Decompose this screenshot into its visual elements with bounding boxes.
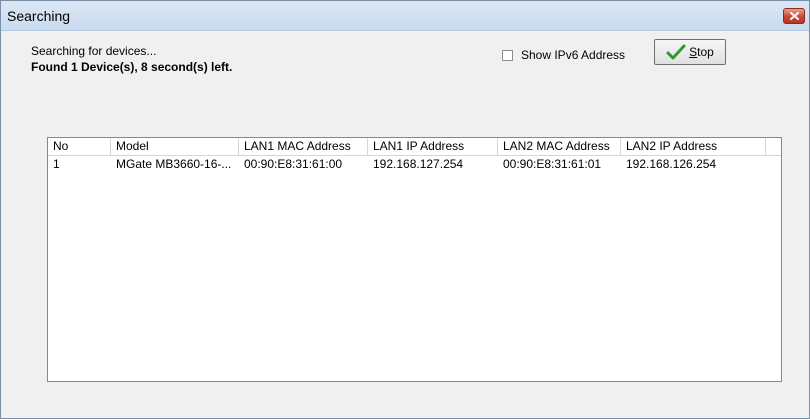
search-status: Searching for devices... xyxy=(31,44,157,58)
cell-lan1-mac: 00:90:E8:31:61:00 xyxy=(244,157,343,171)
cell-lan1-ip: 192.168.127.254 xyxy=(373,157,464,171)
show-ipv6-label: Show IPv6 Address xyxy=(521,48,626,62)
search-dialog: Searching Searching for devices... Found… xyxy=(0,0,810,419)
checkmark-icon xyxy=(666,44,686,60)
show-ipv6-option[interactable]: Show IPv6 Address xyxy=(502,48,625,62)
stop-label-rest: top xyxy=(697,45,714,59)
window-title: Searching xyxy=(7,8,71,24)
column-header-no[interactable]: No xyxy=(48,138,111,155)
device-list-header: No Model LAN1 MAC Address LAN1 IP Addres… xyxy=(48,138,781,156)
found-devices-text: Found 1 Device(s), 8 second(s) left. xyxy=(31,60,233,74)
cell-lan2-mac: 00:90:E8:31:61:01 xyxy=(503,157,602,171)
column-header-lan1-mac[interactable]: LAN1 MAC Address xyxy=(239,138,368,155)
title-bar[interactable]: Searching xyxy=(1,1,809,31)
column-header-lan1-ip[interactable]: LAN1 IP Address xyxy=(368,138,498,155)
close-icon xyxy=(790,12,799,20)
column-header-lan2-mac[interactable]: LAN2 MAC Address xyxy=(498,138,621,155)
close-button[interactable] xyxy=(783,8,805,24)
table-row[interactable]: 1 MGate MB3660-16-... 00:90:E8:31:61:00 … xyxy=(48,156,781,173)
column-header-lan2-ip[interactable]: LAN2 IP Address xyxy=(621,138,766,155)
show-ipv6-checkbox[interactable] xyxy=(502,49,513,61)
stop-mnemonic: S xyxy=(689,45,698,59)
stop-button-label: Stop xyxy=(689,45,714,59)
cell-model: MGate MB3660-16-... xyxy=(116,157,232,171)
cell-no: 1 xyxy=(53,157,60,171)
column-header-model[interactable]: Model xyxy=(111,138,239,155)
stop-button[interactable]: Stop xyxy=(654,39,726,65)
device-list[interactable]: No Model LAN1 MAC Address LAN1 IP Addres… xyxy=(47,137,782,382)
cell-lan2-ip: 192.168.126.254 xyxy=(626,157,717,171)
